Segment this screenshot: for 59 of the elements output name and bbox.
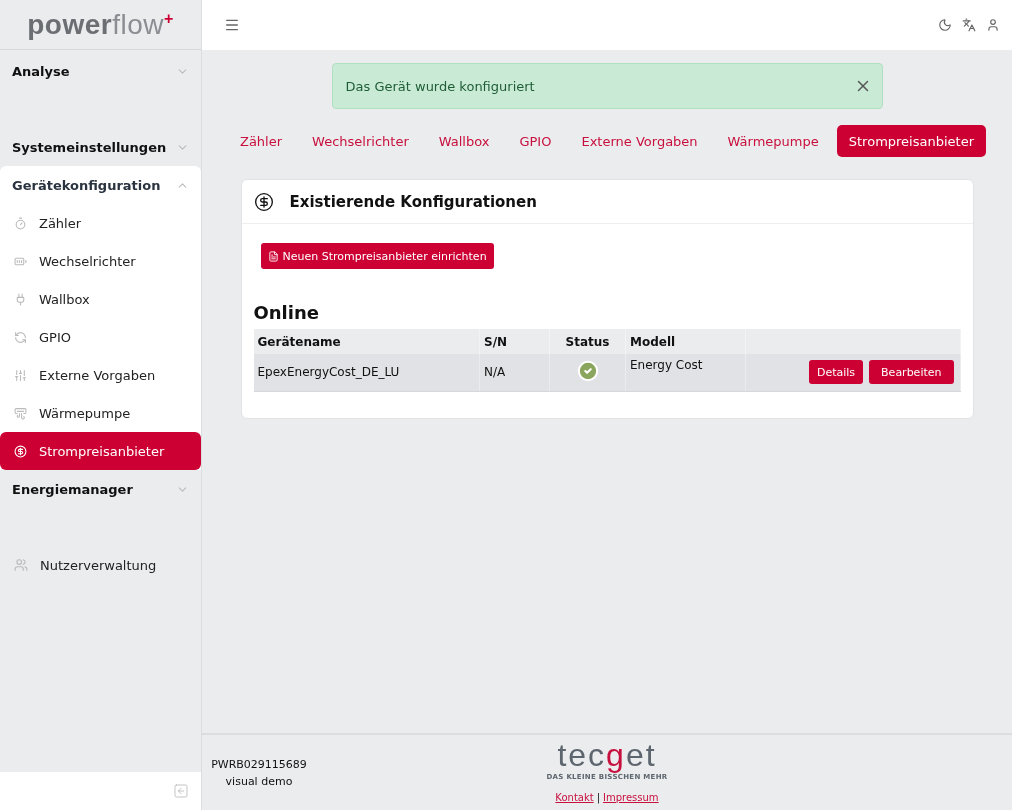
document-icon	[267, 250, 279, 262]
tab[interactable]: Wechselrichter	[300, 125, 421, 157]
sidebar-item[interactable]: GPIO	[0, 318, 201, 356]
sidebar-item[interactable]: Nutzerverwaltung	[0, 546, 201, 584]
table-cell: N/A	[479, 354, 550, 391]
sidebar-item-icon	[14, 216, 27, 230]
sidebar-item[interactable]: Wärmepumpe	[0, 394, 201, 432]
sidebar-item-label: Wechselrichter	[39, 253, 136, 269]
sidebar-item-icon	[14, 368, 27, 382]
sidebar-item-label: Wallbox	[39, 291, 90, 307]
card-title: Existierende Konfigurationen	[289, 192, 537, 211]
table-cell: EpexEnergyCost_DE_LU	[253, 354, 480, 391]
sidebar-group[interactable]: Gerätekonfiguration	[0, 166, 201, 204]
sidebar-item-icon	[14, 406, 27, 420]
footer-link[interactable]: Impressum	[603, 792, 659, 803]
translate-icon[interactable]	[962, 18, 976, 32]
link-separator: |	[596, 792, 600, 803]
alert-message: Das Gerät wurde konfiguriert	[345, 78, 535, 94]
tab[interactable]: Zähler	[228, 125, 295, 157]
menu-icon[interactable]	[224, 17, 240, 33]
row-action-button[interactable]: Details	[808, 360, 864, 385]
table-cell: Energy Cost	[625, 354, 746, 391]
sidebar-item[interactable]: Externe Vorgaben	[0, 356, 201, 394]
dollar-circle-icon	[253, 191, 274, 212]
tab[interactable]: Wallbox	[426, 125, 502, 157]
tab[interactable]: GPIO	[507, 125, 564, 157]
footer-link[interactable]: Kontakt	[555, 792, 594, 803]
mode-label: visual demo	[225, 774, 293, 788]
sidebar-item[interactable]: Strompreisanbieter	[0, 432, 201, 470]
sidebar-item-label: Nutzerverwaltung	[40, 557, 157, 573]
sidebar-item-label: Zähler	[39, 215, 82, 231]
sidebar-item[interactable]: Wallbox	[0, 280, 201, 318]
sidebar-item-label: Strompreisanbieter	[39, 443, 165, 459]
moon-icon[interactable]	[938, 18, 952, 32]
new-provider-button[interactable]: Neuen Strompreisanbieter einrichten	[260, 243, 494, 269]
sidebar-item-label: GPIO	[39, 329, 71, 345]
sidebar-item-icon	[14, 330, 27, 344]
sidebar-group[interactable]: Energiemanager	[0, 470, 201, 508]
section-title: Online	[253, 302, 320, 323]
column-header: Status	[549, 329, 626, 354]
column-header: Gerätename	[253, 329, 480, 354]
tab[interactable]: Wärmepumpe	[715, 125, 831, 157]
row-action-button[interactable]: Bearbeiten	[869, 360, 954, 385]
sidebar-item-icon	[14, 292, 27, 306]
sidebar-item-icon	[14, 444, 27, 458]
brand-logo: powerflow$^{+}$	[27, 8, 174, 41]
sidebar-item-label: Wärmepumpe	[39, 405, 131, 421]
tab[interactable]: Strompreisanbieter	[836, 125, 986, 157]
users-icon	[14, 558, 28, 572]
column-header: Modell	[625, 329, 746, 354]
sidebar-group[interactable]: Systemeinstellungen	[0, 128, 201, 166]
sidebar-item[interactable]: Wechselrichter	[0, 242, 201, 280]
column-header: S/N	[479, 329, 550, 354]
user-icon[interactable]	[986, 18, 1000, 32]
sidebar-item[interactable]: Zähler	[0, 204, 201, 242]
serial-number: PWRB029115689	[211, 757, 307, 771]
sidebar-item-label: Externe Vorgaben	[39, 367, 156, 383]
sidebar-group[interactable]: Analyse	[0, 52, 201, 90]
tab[interactable]: Externe Vorgaben	[569, 125, 710, 157]
